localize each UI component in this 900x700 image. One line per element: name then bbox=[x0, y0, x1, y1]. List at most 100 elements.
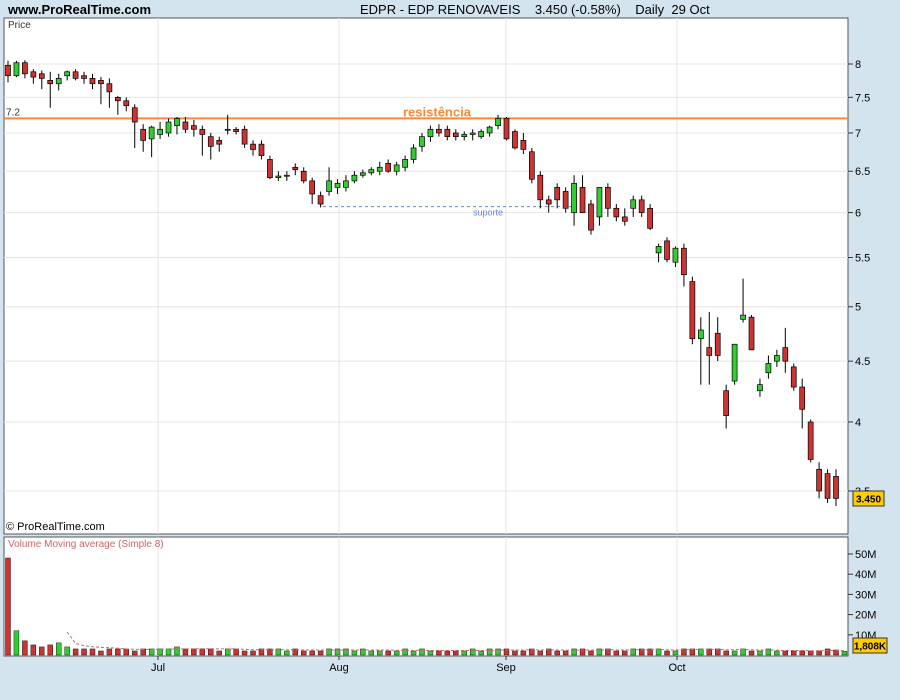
candle-body bbox=[537, 174, 544, 201]
candle-body bbox=[469, 132, 476, 135]
candle-body bbox=[579, 187, 586, 213]
candle-body bbox=[528, 151, 535, 180]
last-volume-tag-text: 1,808K bbox=[854, 642, 887, 653]
candle-body bbox=[605, 187, 611, 209]
candle-body bbox=[326, 180, 332, 192]
volume-bar bbox=[478, 650, 484, 656]
candle-body bbox=[495, 118, 501, 126]
candle-body bbox=[782, 347, 789, 362]
volume-panel-label: Volume Moving average (Simple 8) bbox=[8, 539, 164, 550]
candle-body bbox=[123, 100, 130, 107]
volume-bar bbox=[301, 650, 307, 656]
volume-bar bbox=[174, 646, 180, 656]
candle-body bbox=[148, 126, 155, 140]
volume-bar bbox=[537, 650, 543, 656]
volume-tick-label: 30M bbox=[855, 589, 876, 601]
candle-body bbox=[182, 121, 189, 130]
volume-bar bbox=[444, 650, 451, 656]
price-tick-label: 6 bbox=[855, 208, 861, 220]
candle-body bbox=[72, 71, 79, 79]
price-tick-label: 4.5 bbox=[855, 356, 870, 368]
volume-tick-label: 50M bbox=[855, 549, 876, 561]
volume-bar bbox=[309, 650, 315, 656]
time-axis: Jul Aug Sep Oct bbox=[151, 656, 686, 674]
candle-body bbox=[22, 62, 28, 75]
candle-body bbox=[588, 203, 594, 231]
candle-body bbox=[5, 64, 11, 77]
candle-body bbox=[30, 71, 37, 78]
candle-body bbox=[55, 78, 62, 85]
candle-body bbox=[13, 62, 20, 77]
candle-body bbox=[174, 118, 180, 126]
candle-body bbox=[655, 246, 662, 254]
time-tick-label: Sep bbox=[496, 662, 516, 674]
volume-bar bbox=[672, 650, 679, 656]
volume-bar bbox=[774, 650, 780, 656]
volume-bar bbox=[461, 650, 467, 656]
volume-bar bbox=[436, 650, 442, 656]
candle-body bbox=[740, 314, 746, 320]
price-tick-label: 7 bbox=[855, 128, 861, 140]
candle-body bbox=[216, 140, 223, 145]
volume-bar bbox=[165, 648, 172, 656]
candle-body bbox=[98, 80, 104, 85]
volume-bar bbox=[81, 648, 87, 656]
volume-panel[interactable] bbox=[3, 536, 849, 657]
candle-body bbox=[554, 187, 561, 201]
volume-bar bbox=[816, 650, 822, 656]
candle-body bbox=[64, 71, 70, 77]
volume-tick-label: 20M bbox=[855, 610, 876, 622]
candle-body bbox=[207, 136, 214, 147]
price-panel[interactable] bbox=[3, 17, 849, 535]
candle-body bbox=[106, 83, 113, 93]
candle-body bbox=[486, 126, 493, 134]
candle-body bbox=[562, 191, 569, 209]
volume-bar bbox=[385, 650, 391, 656]
candle-body bbox=[452, 132, 459, 138]
stock-chart[interactable]: Price 7.2 resistência suporte © ProRealT… bbox=[0, 0, 900, 700]
candle-body bbox=[309, 180, 316, 195]
candle-body bbox=[824, 473, 831, 499]
candle-body bbox=[233, 128, 239, 132]
price-axis: 87.576.565.554.543.5 bbox=[848, 59, 870, 498]
candle-body bbox=[571, 182, 577, 213]
candle-body bbox=[81, 75, 87, 79]
volume-bar bbox=[233, 648, 239, 656]
candle-body bbox=[706, 347, 713, 356]
candle-body bbox=[140, 128, 147, 141]
volume-bar bbox=[351, 650, 358, 656]
volume-bar bbox=[782, 650, 789, 656]
volume-bar bbox=[841, 651, 848, 656]
volume-bar bbox=[47, 644, 53, 656]
price-tick-label: 8 bbox=[855, 59, 861, 71]
candle-body bbox=[436, 128, 442, 134]
candle-body bbox=[833, 476, 839, 499]
volume-tick-label: 40M bbox=[855, 569, 876, 581]
candle-body bbox=[596, 187, 603, 218]
candle-body bbox=[731, 343, 738, 382]
candle-body bbox=[292, 166, 299, 171]
volume-bar bbox=[132, 650, 138, 656]
volume-bar bbox=[520, 650, 527, 656]
volume-bar bbox=[377, 650, 383, 656]
candle-body bbox=[723, 390, 730, 416]
volume-bar bbox=[284, 650, 290, 656]
candle-body bbox=[689, 281, 696, 340]
volume-bar bbox=[748, 650, 755, 656]
volume-bar bbox=[89, 648, 96, 656]
candle-body bbox=[191, 125, 197, 130]
candle-body bbox=[224, 128, 231, 131]
price-tick-label: 6.5 bbox=[855, 166, 870, 178]
volume-bar bbox=[807, 650, 814, 656]
candle-body bbox=[241, 128, 248, 145]
candle-body bbox=[131, 107, 138, 123]
support-label: suporte bbox=[473, 208, 503, 218]
volume-bar bbox=[115, 648, 121, 656]
candle-body bbox=[393, 164, 400, 172]
volume-bar bbox=[250, 650, 256, 656]
volume-axis: 50M40M30M20M10M bbox=[848, 549, 876, 642]
volume-bar bbox=[182, 648, 189, 656]
candle-body bbox=[360, 172, 366, 176]
price-panel-label: Price bbox=[8, 20, 31, 31]
candle-body bbox=[114, 96, 121, 102]
